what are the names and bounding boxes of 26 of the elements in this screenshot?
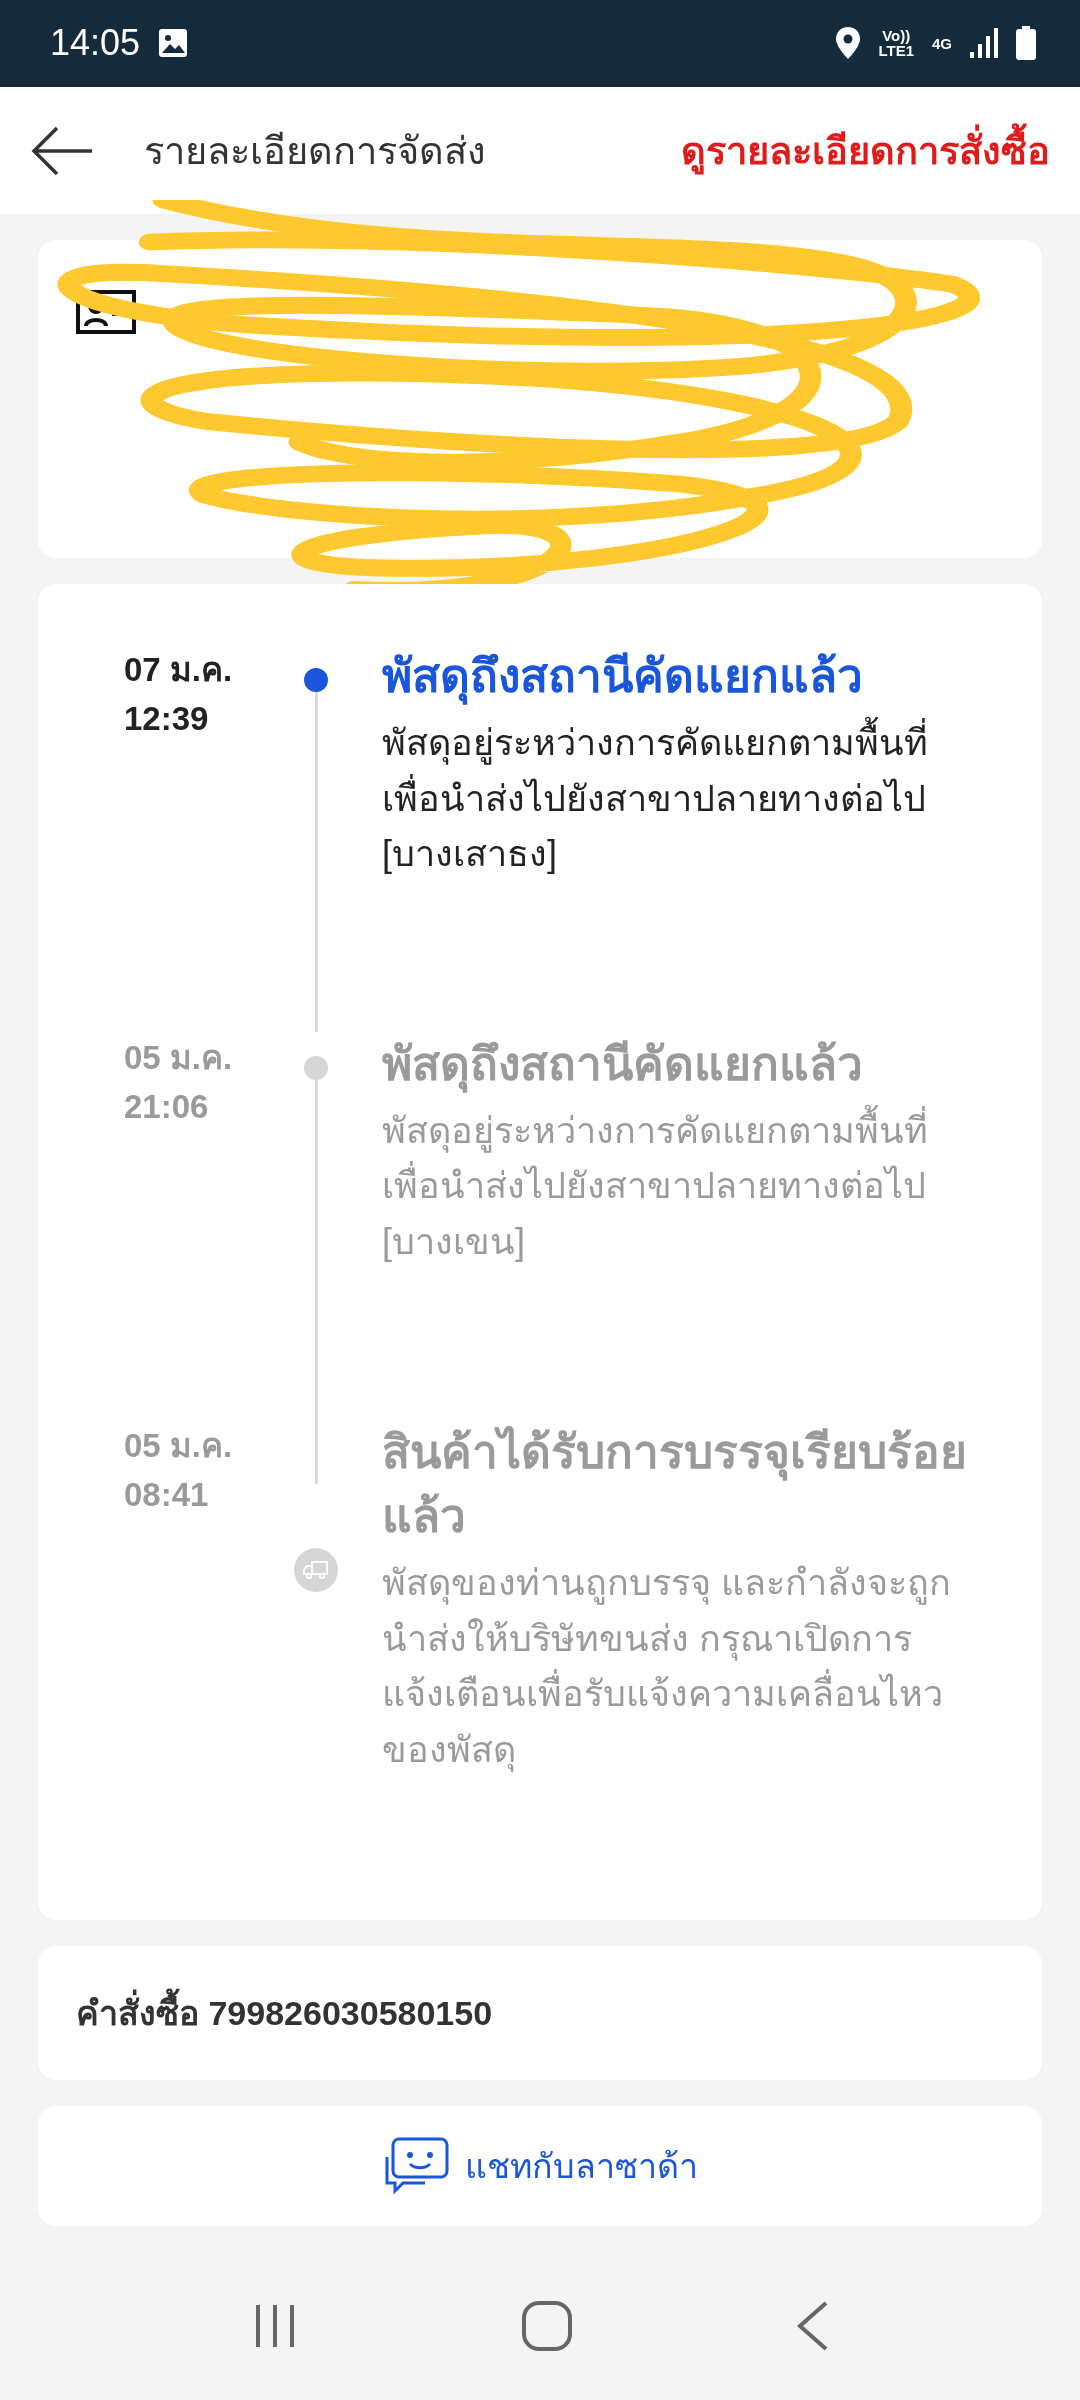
- network-type: 4G: [932, 35, 952, 51]
- status-time: 14:05: [50, 22, 141, 65]
- truck-icon: [303, 1560, 329, 1580]
- home-button[interactable]: [521, 2300, 573, 2353]
- signal-icon: [970, 28, 998, 59]
- event-description: พัสดุอยู่ระหว่างการคัดแยกตามพื้นที่เพื่อนำส่งไปยังสาขาปลายทางต่อไป [บางเสาธง]: [382, 714, 972, 883]
- order-details-link[interactable]: ดูรายละเอียดการสั่งซื้อ: [681, 120, 1050, 181]
- page-title: รายละเอียดการจัดส่ง: [144, 129, 486, 174]
- network-label: Vo)) LTE1: [878, 28, 914, 59]
- event-date: 05 ม.ค.: [124, 1038, 234, 1079]
- event-time: 21:06: [124, 1086, 210, 1127]
- event-date: 07 ม.ค.: [124, 650, 234, 691]
- order-number: คำสั่งซื้อ 799826030580150: [76, 1986, 493, 2041]
- chat-button[interactable]: แชทกับลาซาด้า: [38, 2106, 1042, 2227]
- location-icon: [836, 27, 861, 60]
- image-icon: [158, 28, 189, 59]
- event-description: พัสดุอยู่ระหว่างการคัดแยกตามพื้นที่เพื่อนำส่งไปยังสาขาปลายทางต่อไป [บางเขน]: [382, 1102, 972, 1270]
- event-description: พัสดุของท่านถูกบรรจุ และกำลังจะถูกนำส่งให้บริษัทขนส่ง กรุณาเปิดการแจ้งเตือนเพื่อรับแจ้งความเคลื่อนไหวของพัสดุ: [382, 1560, 952, 1774]
- event-title: พัสดุถึงสถานีคัดแยกแล้ว: [382, 1037, 864, 1095]
- event-title: สินค้าได้รับการบรรจุเรียบร้อยแล้ว: [382, 1425, 968, 1545]
- battery-icon: [1016, 26, 1036, 61]
- event-time: 12:39: [124, 699, 210, 739]
- event-time: 08:41: [124, 1474, 210, 1515]
- event-title: พัสดุถึงสถานีคัดแยกแล้ว: [382, 649, 864, 707]
- event-date: 05 ม.ค.: [124, 1426, 234, 1466]
- back-button[interactable]: [30, 125, 94, 176]
